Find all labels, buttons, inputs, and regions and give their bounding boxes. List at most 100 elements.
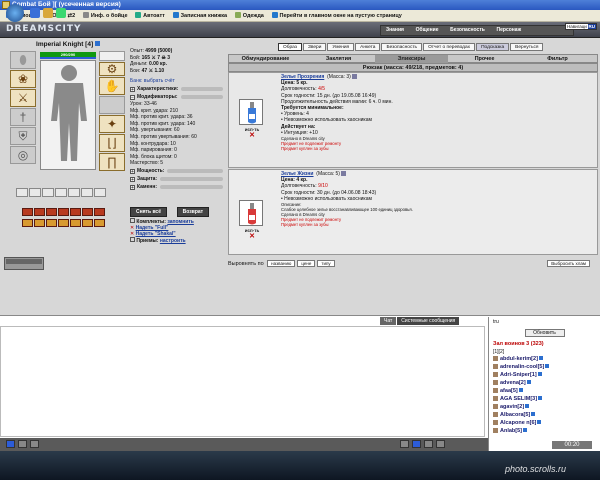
armor-slot[interactable]: ⛨ [10,127,36,145]
remember-set-link[interactable]: запомнить [167,219,194,225]
belt-item-slot[interactable] [58,219,69,227]
gloves-slot[interactable]: ✋ [99,77,125,95]
remove-all-button[interactable]: Снять всё [130,207,167,217]
item-info-icon[interactable] [352,74,358,79]
chat-log[interactable] [0,326,485,437]
tab-elixirs[interactable]: Эликсиры [375,55,448,63]
ring-slot[interactable] [68,188,80,197]
media-icon[interactable] [56,8,66,18]
stones-toggle[interactable]: + Каменн: [130,184,223,191]
tab-security[interactable]: Безопасность [381,43,423,51]
toolbar-notebook[interactable]: Записная книжка [172,12,227,19]
use-item-button[interactable]: исп-ть ✕ [239,127,265,139]
user-row[interactable]: abdul-kerim[2] [489,355,600,363]
belt-slot[interactable]: ◎ [10,146,36,164]
toolbar-clothes[interactable]: Одежда [234,12,264,19]
sort-by-name-button[interactable]: названию [267,260,296,267]
ring-slot[interactable] [81,188,93,197]
tab-profile[interactable]: Анкета [355,43,381,51]
belt-item-slot[interactable] [70,219,81,227]
item-info-icon[interactable] [341,171,347,176]
ring-slot[interactable] [55,188,67,197]
refresh-button[interactable]: Обновить [524,329,565,337]
folder-icon[interactable] [43,8,53,18]
magic-slot[interactable] [58,208,69,216]
belt-item-slot[interactable] [22,219,33,227]
ring-slot[interactable] [29,188,41,197]
magic-slot[interactable] [70,208,81,216]
tab-transfers[interactable]: Отчет о переводах [423,43,476,51]
characteristics-toggle[interactable]: + Характеристики: [130,86,223,93]
potion-icon[interactable] [239,99,263,125]
boots-slot[interactable]: ⌊⌋ [99,134,125,152]
tab-filter[interactable]: Фильтр [521,55,594,63]
user-row[interactable]: adrenalin-cool[5] [489,363,600,371]
drop-junk-button[interactable]: Выбросить хлам [547,260,590,267]
start-button[interactable] [6,4,24,22]
user-row[interactable]: Alcapone n[6] [489,419,600,427]
clear-icon[interactable] [18,440,27,448]
user-row[interactable]: agavin[2] [489,403,600,411]
nav-knowledge[interactable]: Знания [381,26,409,34]
tab-hint[interactable]: Подсказка [476,43,510,51]
use-item-button[interactable]: исп-ть ✕ [239,228,265,240]
scroll-icon[interactable] [424,440,433,448]
exit-icon[interactable] [436,440,445,448]
weapon-slot[interactable]: ⚔ [10,89,36,107]
tab-spells[interactable]: Заклятия [302,55,375,63]
user-row[interactable]: Albacora[5] [489,411,600,419]
modifiers-toggle[interactable]: − Модификаторы: [130,94,223,101]
filter-icon[interactable] [30,440,39,448]
magic-slot[interactable] [22,208,33,216]
nav-character[interactable]: Персонаж [492,26,527,34]
tab-image[interactable]: Образ [278,43,302,51]
tab-system-messages[interactable]: Системные сообщения [397,317,460,325]
magic-slot[interactable] [82,208,93,216]
pants-slot[interactable]: ∏ [99,153,125,171]
sort-by-type-button[interactable]: типу [317,260,335,267]
ring-slot[interactable] [42,188,54,197]
item-name[interactable]: Зелье Прозрения [281,74,324,80]
browser-icon[interactable] [30,8,40,18]
user-row[interactable]: AGA SELIM[3] [489,395,600,403]
belt-item-slot[interactable] [46,219,57,227]
bracer-slot[interactable]: ✦ [99,115,125,133]
smile-icon[interactable] [6,440,15,448]
tab-return[interactable]: Вернуться [510,43,544,51]
power-toggle[interactable]: + Мощность: [130,168,223,175]
user-row[interactable]: advena[2] [489,379,600,387]
bank-link[interactable]: Банк: выбрать счёт [130,78,223,85]
tricks-setup-link[interactable]: настроить [160,238,186,244]
tab-chat[interactable]: Чат [380,317,397,325]
shield-slot[interactable]: ⚙ [99,62,125,76]
toolbar-autoattack[interactable]: Автоатт [135,12,165,19]
filter-icon[interactable] [400,440,409,448]
sound-icon[interactable] [412,440,421,448]
return-button[interactable]: Возврат [176,207,210,217]
tab-pets[interactable]: Звери [302,43,327,51]
nav-security[interactable]: Безопасность [445,26,490,34]
user-row[interactable]: Anlab[5] [489,427,600,435]
potion-icon[interactable] [239,200,263,226]
tab-equipment[interactable]: Обмундирование [229,55,302,63]
sword-slot[interactable]: † [10,108,36,126]
user-row[interactable]: afaa[5] [489,387,600,395]
belt-item-slot[interactable] [94,219,105,227]
ring-slot[interactable] [94,188,106,197]
tab-other[interactable]: Прочее [448,55,521,63]
nav-chat[interactable]: Общение [411,26,444,34]
sort-by-price-button[interactable]: цене [297,260,316,267]
magic-slot[interactable] [46,208,57,216]
magic-slot[interactable] [34,208,45,216]
belt-item-slot[interactable] [34,219,45,227]
empty-slot[interactable] [99,96,125,114]
helmet-slot[interactable]: ⬮ [10,51,36,69]
navigation-select[interactable]: Навигаци RU [565,23,597,30]
user-row[interactable]: Adri-Sniper[1] [489,371,600,379]
defense-toggle[interactable]: + Защита: [130,176,223,183]
earring-slot[interactable] [99,51,125,61]
language-indicator[interactable]: CS [112,9,119,15]
ring-slot[interactable] [16,188,28,197]
tab-skills[interactable]: Умения [327,43,355,51]
item-name[interactable]: Зелье Жизни [281,171,314,177]
